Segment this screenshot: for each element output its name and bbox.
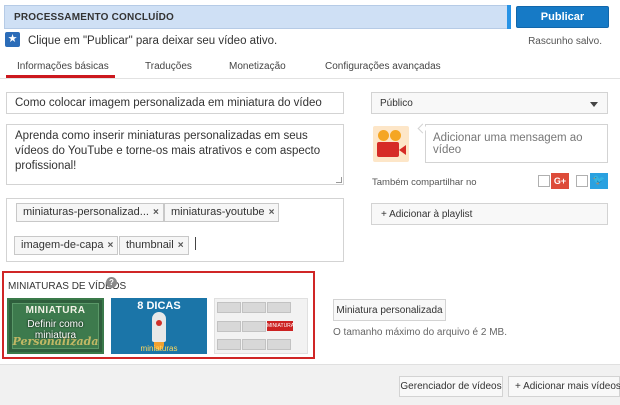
description-value: Aprenda como inserir miniaturas personal… bbox=[15, 130, 321, 172]
video-manager-button[interactable]: Gerenciador de vídeos bbox=[399, 376, 503, 397]
help-icon[interactable]: ? bbox=[106, 277, 117, 288]
grid-cell bbox=[242, 302, 266, 313]
thumbnail-option-2[interactable]: 8 DICAS miniaturas bbox=[111, 298, 207, 354]
tab-basic-info[interactable]: Informações básicas bbox=[17, 61, 109, 72]
thumbnail-heading: MINIATURA bbox=[25, 305, 86, 316]
twitter-icon: 🐦 bbox=[590, 173, 608, 189]
star-icon: ★ bbox=[5, 32, 20, 47]
grid-cell bbox=[267, 339, 291, 350]
share-message-textarea[interactable]: Adicionar uma mensagem ao vídeo bbox=[425, 124, 608, 163]
tag-remove-icon[interactable]: × bbox=[153, 207, 159, 218]
custom-thumbnail-label: Miniatura personalizada bbox=[336, 305, 443, 316]
grid-cell bbox=[217, 339, 241, 350]
grid-cell bbox=[217, 321, 241, 332]
tag-remove-icon[interactable]: × bbox=[108, 240, 114, 251]
camera-lens-shape bbox=[399, 145, 406, 155]
publish-hint: Clique em "Publicar" para deixar seu víd… bbox=[28, 35, 278, 47]
tag-label: miniaturas-personalizad... bbox=[23, 206, 149, 218]
grid-cell bbox=[242, 321, 266, 332]
tag-chip: miniaturas-youtube × bbox=[164, 203, 280, 222]
thumbnail-option-3[interactable]: MINIATURA bbox=[214, 298, 308, 354]
tag-label: thumbnail bbox=[126, 239, 174, 251]
thumbnail-heading: 8 DICAS bbox=[137, 300, 181, 312]
add-more-videos-button[interactable]: + Adicionar mais vídeos bbox=[508, 376, 620, 397]
avatar-reel bbox=[390, 130, 401, 141]
thumbnail-caption: miniaturas bbox=[140, 344, 178, 353]
description-textarea[interactable]: Aprenda como inserir miniaturas personal… bbox=[6, 124, 344, 185]
tag-chip: imagem-de-capa × bbox=[14, 236, 119, 255]
add-more-videos-label: + Adicionar mais vídeos bbox=[515, 381, 620, 392]
max-file-size-note: O tamanho máximo do arquivo é 2 MB. bbox=[333, 327, 507, 338]
channel-avatar bbox=[373, 126, 409, 162]
share-message-placeholder: Adicionar uma mensagem ao vídeo bbox=[433, 132, 583, 156]
tag-chip: thumbnail × bbox=[119, 236, 189, 255]
publish-button[interactable]: Publicar bbox=[516, 6, 609, 28]
video-manager-label: Gerenciador de vídeos bbox=[400, 381, 502, 392]
tag-label: miniaturas-youtube bbox=[171, 206, 265, 218]
grid-cell bbox=[242, 339, 266, 350]
thumbnail-option-1[interactable]: MINIATURA Personalizada Definir como min… bbox=[7, 298, 104, 354]
active-tab-indicator bbox=[6, 75, 115, 78]
add-to-playlist-label: + Adicionar à playlist bbox=[381, 209, 473, 220]
video-camera-icon bbox=[377, 142, 399, 157]
chevron-down-icon bbox=[590, 102, 598, 107]
processing-status-bar: PROCESSAMENTO CONCLUÍDO bbox=[4, 5, 508, 29]
title-input[interactable]: Como colocar imagem personalizada em min… bbox=[6, 92, 344, 114]
tag-label: imagem-de-capa bbox=[21, 239, 104, 251]
avatar-reel bbox=[378, 130, 389, 141]
visibility-select[interactable]: Público bbox=[371, 92, 608, 114]
status-text: PROCESSAMENTO CONCLUÍDO bbox=[14, 12, 174, 23]
rocket-icon bbox=[152, 312, 166, 342]
visibility-value: Público bbox=[380, 98, 413, 109]
grid-cell bbox=[217, 302, 241, 313]
twitter-share-checkbox[interactable] bbox=[576, 175, 588, 187]
set-as-thumbnail-overlay[interactable]: Definir como miniatura bbox=[9, 319, 102, 341]
tab-advanced-settings[interactable]: Configurações avançadas bbox=[325, 61, 441, 72]
share-also-label: Também compartilhar no bbox=[372, 177, 477, 188]
custom-thumbnail-button[interactable]: Miniatura personalizada bbox=[333, 299, 446, 321]
thumbnail-badge: MINIATURA bbox=[267, 321, 295, 331]
title-value: Como colocar imagem personalizada em min… bbox=[15, 97, 322, 109]
text-cursor bbox=[195, 237, 196, 250]
tab-translations[interactable]: Traduções bbox=[145, 61, 192, 72]
status-bar-accent bbox=[507, 5, 511, 29]
tag-chip: miniaturas-personalizad... × bbox=[16, 203, 164, 222]
tabs-divider bbox=[0, 78, 620, 79]
tab-monetization[interactable]: Monetização bbox=[229, 61, 286, 72]
gplus-share-checkbox[interactable] bbox=[538, 175, 550, 187]
tag-remove-icon[interactable]: × bbox=[178, 240, 184, 251]
grid-cell bbox=[267, 302, 291, 313]
add-to-playlist-button[interactable]: + Adicionar à playlist bbox=[371, 203, 608, 225]
gplus-icon: G+ bbox=[551, 173, 569, 189]
tag-remove-icon[interactable]: × bbox=[269, 207, 275, 218]
resize-handle-icon[interactable] bbox=[336, 177, 342, 183]
draft-saved-status: Rascunho salvo. bbox=[528, 36, 602, 47]
